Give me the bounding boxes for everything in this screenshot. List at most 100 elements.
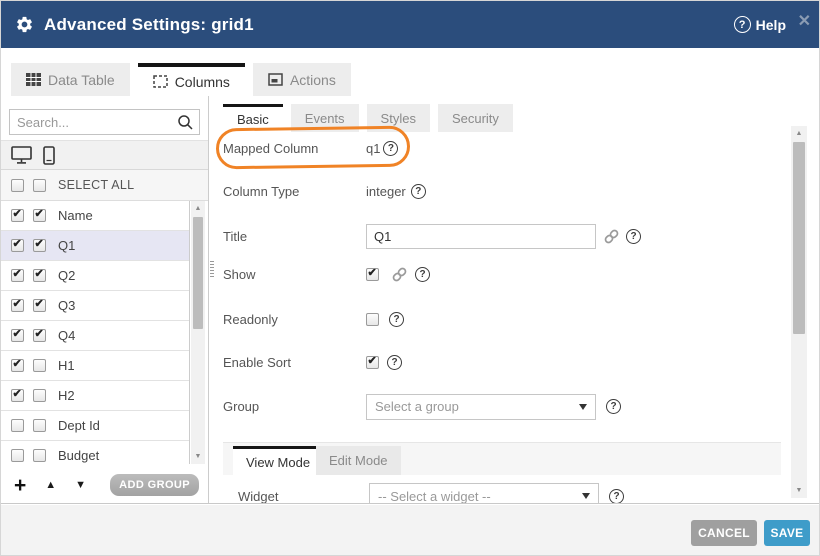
title-input[interactable]: [366, 224, 596, 249]
mobile-checkbox[interactable]: [33, 359, 46, 372]
columns-toolbar: + ▲ ▼ ADD GROUP: [1, 471, 208, 499]
column-type-label: Column Type: [223, 184, 366, 199]
widget-help-icon[interactable]: ?: [609, 489, 624, 504]
desktop-checkbox[interactable]: [11, 209, 24, 222]
mapped-column-label: Mapped Column: [223, 141, 366, 156]
search-box: [9, 109, 200, 135]
mobile-checkbox[interactable]: [33, 269, 46, 282]
show-label: Show: [223, 267, 366, 282]
scroll-down-icon[interactable]: ▼: [191, 450, 205, 463]
actions-icon: [268, 73, 283, 86]
desktop-checkbox[interactable]: [11, 269, 24, 282]
column-list-item[interactable]: Dept Id: [1, 411, 189, 441]
group-select[interactable]: Select a group: [366, 394, 596, 420]
move-up-button[interactable]: ▲: [45, 479, 56, 491]
tab-security[interactable]: Security: [438, 104, 513, 132]
tab-events[interactable]: Events: [291, 104, 359, 132]
column-list-item[interactable]: Q2: [1, 261, 189, 291]
content-area: SELECT ALL Name Q1 Q2 Q3 Q4 H1 H2 Dept I…: [1, 96, 820, 504]
show-help-icon[interactable]: ?: [415, 267, 430, 282]
group-help-icon[interactable]: ?: [606, 399, 621, 414]
scroll-down-icon[interactable]: ▼: [791, 484, 807, 497]
dialog-header: Advanced Settings: grid1 ? Help ✕: [1, 1, 819, 48]
table-icon: [26, 73, 41, 86]
add-column-button[interactable]: +: [14, 475, 26, 496]
scrollbar-thumb[interactable]: [193, 217, 203, 329]
search-input[interactable]: [10, 115, 177, 130]
device-toggle-row: [1, 140, 208, 170]
column-list-item[interactable]: Budget: [1, 441, 189, 464]
column-label: Q2: [58, 268, 75, 283]
enable-sort-checkbox[interactable]: [366, 356, 379, 369]
tab-basic[interactable]: Basic: [223, 104, 283, 132]
readonly-checkbox[interactable]: [366, 313, 379, 326]
desktop-checkbox[interactable]: [11, 299, 24, 312]
mobile-checkbox[interactable]: [33, 449, 46, 462]
close-icon[interactable]: ✕: [798, 14, 811, 30]
desktop-icon[interactable]: [11, 146, 32, 164]
mapped-column-help-icon[interactable]: ?: [383, 141, 398, 156]
column-list-item[interactable]: H2: [1, 381, 189, 411]
help-button[interactable]: ? Help: [734, 1, 786, 48]
column-list-item[interactable]: Q1: [1, 231, 189, 261]
tab-actions[interactable]: Actions: [253, 63, 351, 96]
tab-data-table[interactable]: Data Table: [11, 63, 130, 96]
link-binding-icon[interactable]: [391, 266, 408, 283]
desktop-checkbox[interactable]: [11, 239, 24, 252]
add-group-button[interactable]: ADD GROUP: [110, 474, 199, 496]
column-list-item[interactable]: Q4: [1, 321, 189, 351]
left-scrollbar[interactable]: ▲ ▼: [191, 201, 205, 464]
mobile-checkbox[interactable]: [33, 239, 46, 252]
column-type-row: Column Type integer ?: [223, 180, 426, 202]
title-help-icon[interactable]: ?: [626, 229, 641, 244]
tab-view-mode[interactable]: View Mode: [233, 446, 323, 475]
title-row: Title ?: [223, 223, 641, 249]
select-all-desktop-checkbox[interactable]: [11, 179, 24, 192]
cancel-button[interactable]: CANCEL: [691, 520, 757, 546]
mobile-checkbox[interactable]: [33, 209, 46, 222]
select-all-row[interactable]: SELECT ALL: [1, 170, 208, 201]
desktop-checkbox[interactable]: [11, 329, 24, 342]
right-scrollbar[interactable]: ▲ ▼: [791, 126, 807, 498]
column-label: Q1: [58, 238, 75, 253]
column-list-item[interactable]: Name: [1, 201, 189, 231]
splitter-handle[interactable]: [210, 261, 214, 279]
desktop-checkbox[interactable]: [11, 449, 24, 462]
move-down-button[interactable]: ▼: [75, 479, 86, 491]
link-binding-icon[interactable]: [603, 228, 620, 245]
mobile-checkbox[interactable]: [33, 389, 46, 402]
tab-label: Actions: [290, 72, 336, 88]
mobile-checkbox[interactable]: [33, 329, 46, 342]
select-all-mobile-checkbox[interactable]: [33, 179, 46, 192]
scroll-up-icon[interactable]: ▲: [791, 127, 807, 140]
show-checkbox[interactable]: [366, 268, 379, 281]
desktop-checkbox[interactable]: [11, 359, 24, 372]
advanced-settings-dialog: Advanced Settings: grid1 ? Help ✕ Data T…: [0, 0, 820, 556]
columns-list: Name Q1 Q2 Q3 Q4 H1 H2 Dept Id Budget: [1, 201, 190, 464]
save-button[interactable]: SAVE: [764, 520, 810, 546]
mode-tab-strip: View Mode Edit Mode: [223, 442, 781, 475]
detail-tab-bar: Basic Events Styles Security: [223, 104, 513, 132]
desktop-checkbox[interactable]: [11, 389, 24, 402]
search-icon: [177, 114, 193, 130]
desktop-checkbox[interactable]: [11, 419, 24, 432]
column-type-help-icon[interactable]: ?: [411, 184, 426, 199]
widget-select[interactable]: -- Select a widget --: [369, 483, 599, 504]
column-label: Name: [58, 208, 93, 223]
dialog-footer: CANCEL SAVE: [1, 505, 820, 556]
column-list-item[interactable]: Q3: [1, 291, 189, 321]
tab-styles[interactable]: Styles: [367, 104, 430, 132]
select-all-label: SELECT ALL: [58, 178, 134, 192]
scroll-up-icon[interactable]: ▲: [191, 202, 205, 215]
tab-edit-mode[interactable]: Edit Mode: [316, 446, 401, 475]
tab-label: Data Table: [48, 72, 115, 88]
mobile-checkbox[interactable]: [33, 419, 46, 432]
mobile-icon[interactable]: [43, 146, 55, 165]
column-label: Dept Id: [58, 418, 100, 433]
scrollbar-thumb[interactable]: [793, 142, 805, 334]
column-list-item[interactable]: H1: [1, 351, 189, 381]
readonly-help-icon[interactable]: ?: [389, 312, 404, 327]
mobile-checkbox[interactable]: [33, 299, 46, 312]
enable-sort-help-icon[interactable]: ?: [387, 355, 402, 370]
tab-columns[interactable]: Columns: [138, 63, 245, 96]
